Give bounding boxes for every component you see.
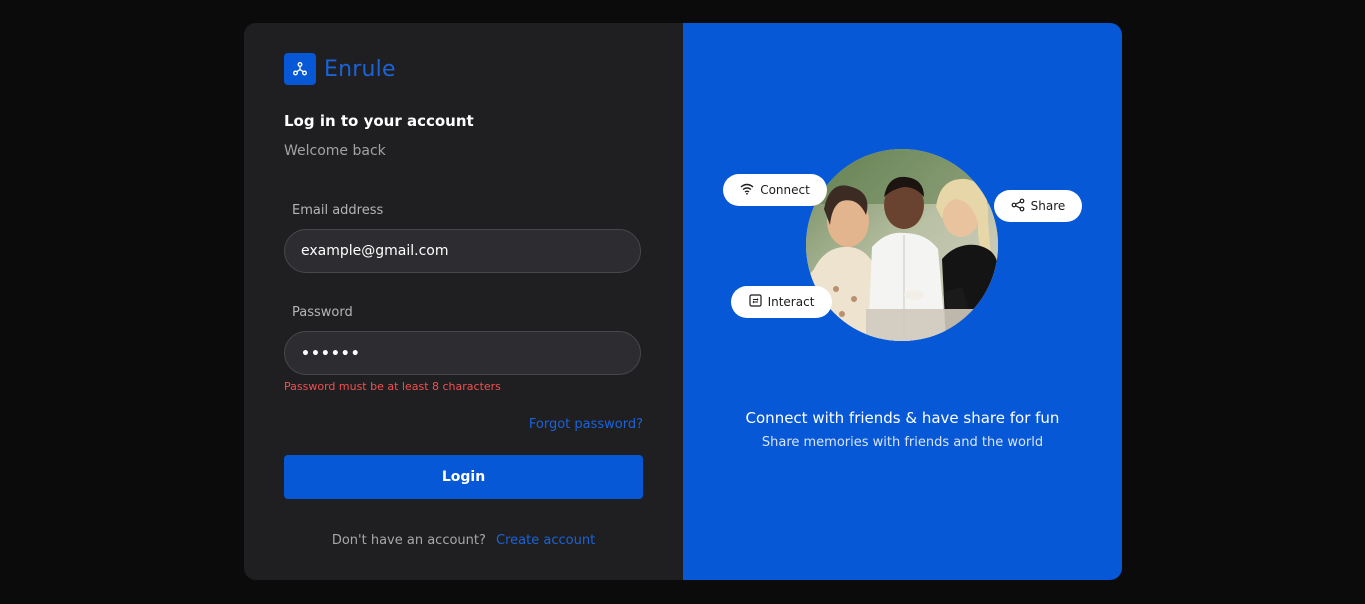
connect-badge: Connect (723, 174, 827, 206)
interact-badge: Interact (731, 286, 832, 318)
page-title: Log in to your account (284, 112, 474, 130)
network-nodes-icon (284, 53, 316, 85)
login-panel: Enrule Log in to your account Welcome ba… (244, 23, 683, 580)
page-subtitle: Welcome back (284, 143, 386, 159)
password-field[interactable]: •••••• (284, 331, 641, 375)
friends-photo (806, 149, 998, 341)
email-label: Email address (292, 203, 384, 218)
share-icon (1011, 198, 1025, 215)
forgot-password-link[interactable]: Forgot password? (529, 417, 643, 432)
share-badge: Share (994, 190, 1082, 222)
connect-badge-label: Connect (760, 183, 810, 197)
wifi-icon (740, 183, 754, 198)
interact-icon (748, 294, 762, 310)
interact-badge-label: Interact (767, 295, 815, 309)
promo-panel: Connect Share Interact Connect with frie… (683, 23, 1122, 580)
brand-name: Enrule (324, 56, 396, 82)
signup-prompt: Don't have an account? (331, 533, 486, 548)
create-account-link[interactable]: Create account (496, 533, 595, 548)
password-error-message: Password must be at least 8 characters (284, 380, 501, 393)
promo-subtitle: Share memories with friends and the worl… (761, 435, 1044, 450)
email-field[interactable] (284, 229, 641, 273)
login-card: Enrule Log in to your account Welcome ba… (244, 23, 1122, 580)
signup-row: Don't have an account? Create account (244, 533, 683, 548)
share-badge-label: Share (1030, 199, 1066, 213)
password-label: Password (292, 305, 353, 320)
brand[interactable]: Enrule (284, 53, 396, 85)
promo-title: Connect with friends & have share for fu… (745, 409, 1060, 427)
login-button[interactable]: Login (284, 455, 643, 499)
